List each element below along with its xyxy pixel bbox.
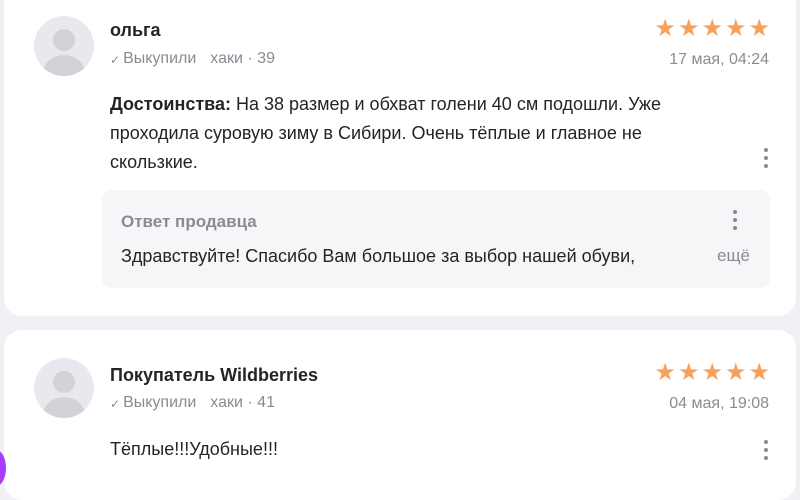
more-vertical-icon[interactable] xyxy=(763,440,769,460)
seller-reply-title: Ответ продавца xyxy=(121,212,257,231)
star-icon: ★ xyxy=(677,15,700,42)
star-icon: ★ xyxy=(724,15,747,42)
review-author[interactable]: Покупатель Wildberries xyxy=(110,365,318,386)
review-meta: ✓ Выкупили хаки · 41 xyxy=(110,394,275,412)
seller-reply-text: Здравствуйте! Спасибо Вам большое за выб… xyxy=(121,246,636,266)
show-more-link[interactable]: ещё xyxy=(717,246,750,266)
seller-reply: Ответ продавца Здравствуйте! Спасибо Вам… xyxy=(102,190,770,288)
star-icon: ★ xyxy=(748,359,770,386)
product-variant: хаки · 39 xyxy=(210,50,275,67)
user-avatar-icon xyxy=(34,358,94,418)
review-author[interactable]: ольга xyxy=(110,20,161,41)
purchased-label: Выкупили xyxy=(123,50,197,67)
star-icon: ★ xyxy=(701,359,723,386)
star-icon: ★ xyxy=(654,15,676,42)
review-text: Тёплые!!!Удобные!!! xyxy=(110,439,278,459)
purchased-label: Выкупили xyxy=(123,394,197,411)
star-icon: ★ xyxy=(701,15,723,42)
rating-stars: ★ ★ ★ ★ ★ xyxy=(654,361,770,385)
more-vertical-icon[interactable] xyxy=(732,210,738,230)
star-icon: ★ xyxy=(654,359,676,386)
check-icon: ✓ xyxy=(110,396,121,411)
product-variant: хаки · 41 xyxy=(210,394,275,411)
review-date: 04 мая, 19:08 xyxy=(669,395,769,412)
rating-stars: ★ ★ ★ ★ ★ xyxy=(654,17,770,41)
review-date: 17 мая, 04:24 xyxy=(669,51,769,68)
more-vertical-icon[interactable] xyxy=(763,148,769,168)
user-avatar-icon xyxy=(34,16,94,76)
star-icon: ★ xyxy=(748,15,770,42)
review-card: ольга ✓ Выкупили хаки · 39 ★ ★ ★ ★ ★ 17 … xyxy=(4,0,796,316)
review-card: Покупатель Wildberries ✓ Выкупили хаки ·… xyxy=(4,330,796,500)
star-icon: ★ xyxy=(724,359,747,386)
review-text-prefix: Достоинства: xyxy=(110,94,231,114)
review-text: Достоинства: На 38 размер и обхват голен… xyxy=(110,90,710,177)
check-icon: ✓ xyxy=(110,52,121,67)
star-icon: ★ xyxy=(677,359,700,386)
review-meta: ✓ Выкупили хаки · 39 xyxy=(110,50,275,68)
